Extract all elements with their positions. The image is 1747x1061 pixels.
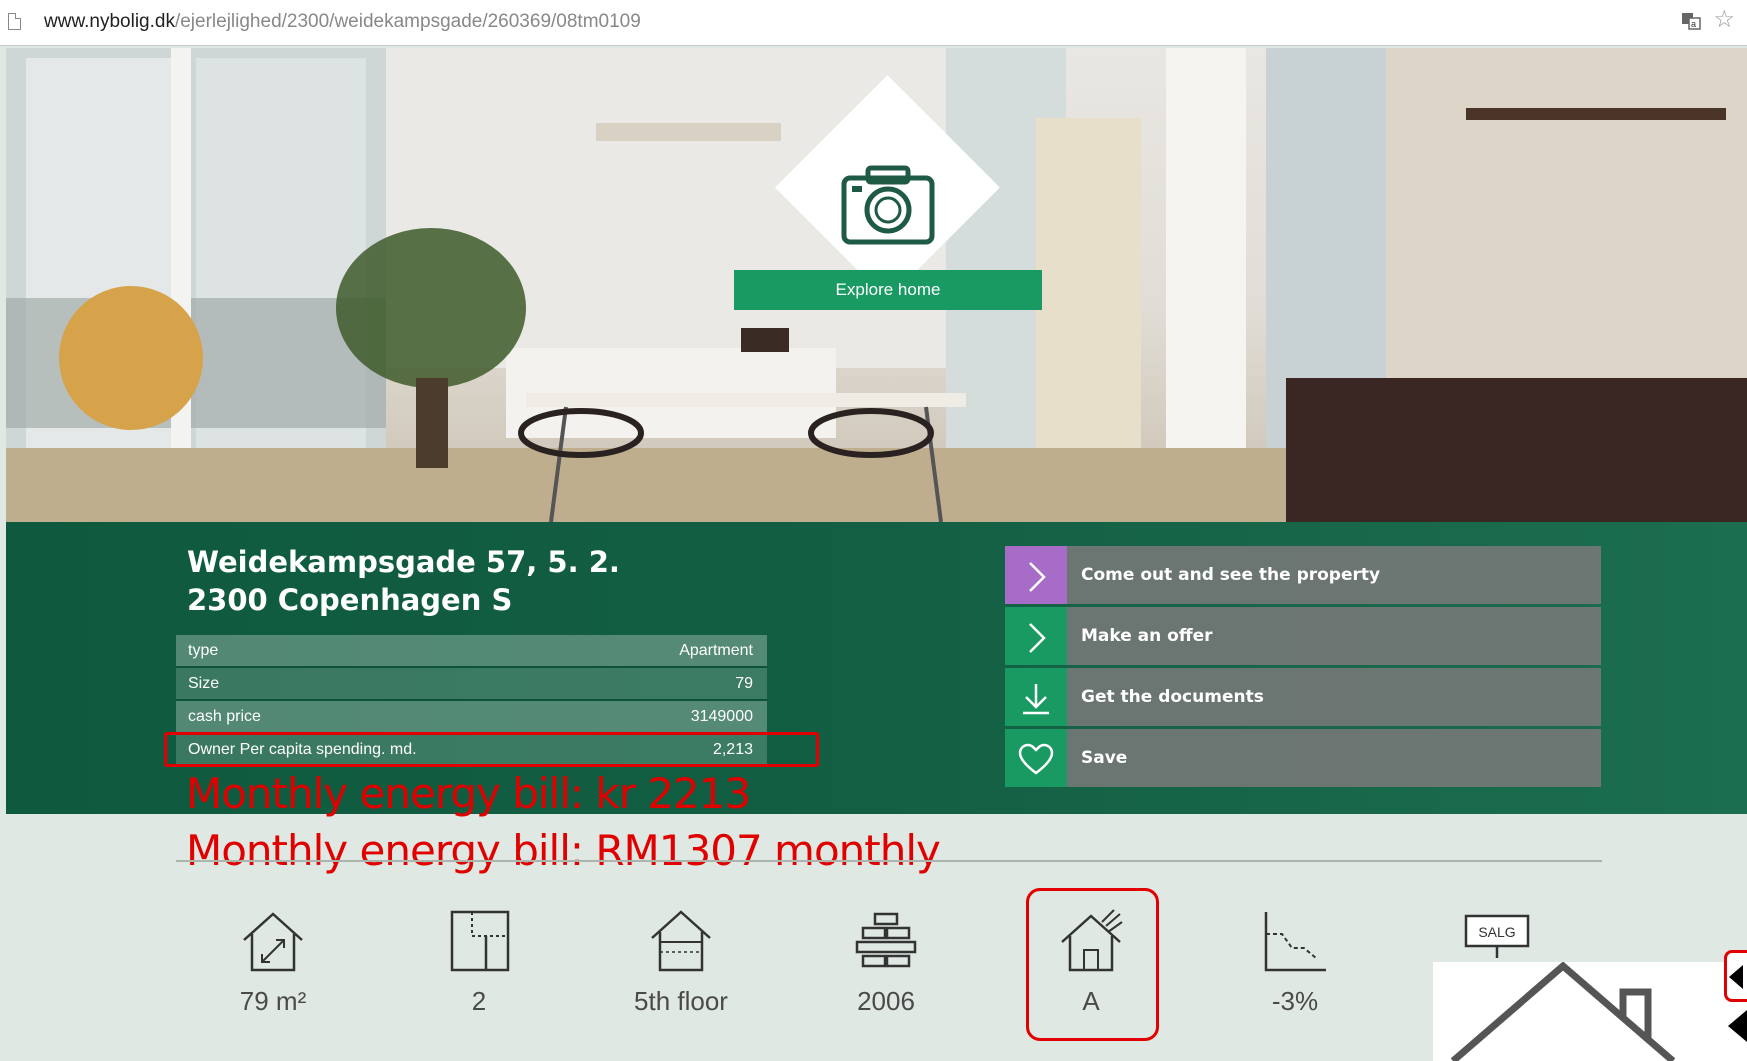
section-divider bbox=[176, 860, 1602, 862]
download-icon bbox=[1023, 684, 1049, 715]
fact-row-type: type Apartment bbox=[176, 635, 767, 668]
stat-price-change: -3% bbox=[1230, 908, 1360, 1017]
bookmark-star-icon[interactable]: ☆ bbox=[1713, 8, 1735, 32]
energy-label-highlight-box bbox=[1026, 888, 1159, 1041]
listing-city: 2300 Copenhagen S bbox=[187, 583, 513, 617]
annotation-energy-dkk: Monthly energy bill: kr 2213 bbox=[186, 769, 751, 818]
action-list: Come out and see the property Make an of… bbox=[1005, 546, 1601, 790]
stat-sale-sign: SALG bbox=[1432, 912, 1562, 958]
translate-icon[interactable]: a bbox=[1681, 12, 1701, 30]
come-see-property-button[interactable]: Come out and see the property bbox=[1005, 546, 1601, 604]
make-offer-button[interactable]: Make an offer bbox=[1005, 607, 1601, 665]
action-label: Come out and see the property bbox=[1081, 565, 1381, 585]
stat-value: 79 m² bbox=[239, 986, 307, 1016]
fact-value: 79 bbox=[735, 675, 753, 692]
stat-value: 2 bbox=[471, 986, 487, 1016]
chevron-right-icon bbox=[1029, 623, 1046, 653]
url-text[interactable]: www.nybolig.dk/ejerlejlighed/2300/weidek… bbox=[44, 11, 641, 33]
action-label: Get the documents bbox=[1081, 687, 1264, 707]
svg-text:a: a bbox=[1691, 19, 1696, 29]
stat-year: 2006 bbox=[821, 908, 951, 1017]
action-label: Make an offer bbox=[1081, 626, 1213, 646]
action-label: Save bbox=[1081, 748, 1128, 768]
stat-rooms: 2 bbox=[414, 908, 544, 1017]
fact-row-size: Size 79 bbox=[176, 668, 767, 701]
stat-value: -3% bbox=[1271, 986, 1319, 1016]
url-host: www.nybolig.dk bbox=[44, 11, 175, 32]
action-icon-cell bbox=[1005, 546, 1067, 604]
spending-highlight-box bbox=[164, 732, 819, 767]
stat-size: 79 m² bbox=[208, 908, 338, 1017]
annotation-energy-myr: Monthly energy bill: RM1307 monthly bbox=[186, 826, 941, 875]
stat-value: 2006 bbox=[857, 986, 915, 1016]
stat-value: 5th floor bbox=[634, 986, 728, 1016]
camera-icon[interactable] bbox=[840, 164, 936, 246]
save-button[interactable]: Save bbox=[1005, 729, 1601, 787]
action-icon-cell bbox=[1005, 607, 1067, 665]
overlay-house-graphic bbox=[1433, 961, 1747, 1061]
chevron-right-icon bbox=[1029, 562, 1046, 592]
bricks-year-icon bbox=[855, 912, 917, 968]
fact-label: cash price bbox=[188, 708, 261, 725]
page-icon bbox=[8, 13, 21, 30]
fact-row-price: cash price 3149000 bbox=[176, 701, 767, 734]
salg-sign-icon: SALG bbox=[1464, 914, 1530, 958]
stat-floor: 5th floor bbox=[616, 908, 746, 1017]
get-documents-button[interactable]: Get the documents bbox=[1005, 668, 1601, 726]
heart-icon bbox=[1018, 743, 1054, 775]
next-arrow-tab[interactable] bbox=[1724, 950, 1747, 1002]
browser-address-bar[interactable]: www.nybolig.dk/ejerlejlighed/2300/weidek… bbox=[0, 0, 1747, 46]
fact-value: Apartment bbox=[679, 642, 753, 659]
explore-home-button[interactable]: Explore home bbox=[734, 270, 1042, 310]
price-drop-chart-icon bbox=[1264, 912, 1326, 972]
fact-value: 3149000 bbox=[690, 708, 753, 725]
salg-sign-text: SALG bbox=[1478, 924, 1515, 940]
floorplan-rooms-icon bbox=[450, 910, 510, 972]
house-outline-icon bbox=[1450, 961, 1676, 1061]
action-icon-cell bbox=[1005, 729, 1067, 787]
house-floor-icon bbox=[651, 910, 711, 972]
previous-arrow-icon[interactable] bbox=[1728, 1010, 1747, 1042]
fact-label: type bbox=[188, 642, 219, 659]
url-path: /ejerlejlighed/2300/weidekampsgade/26036… bbox=[174, 11, 641, 32]
listing-address: Weidekampsgade 57, 5. 2. bbox=[187, 545, 620, 579]
house-size-icon bbox=[243, 912, 303, 972]
action-icon-cell bbox=[1005, 668, 1067, 726]
fact-label: Size bbox=[188, 675, 220, 692]
